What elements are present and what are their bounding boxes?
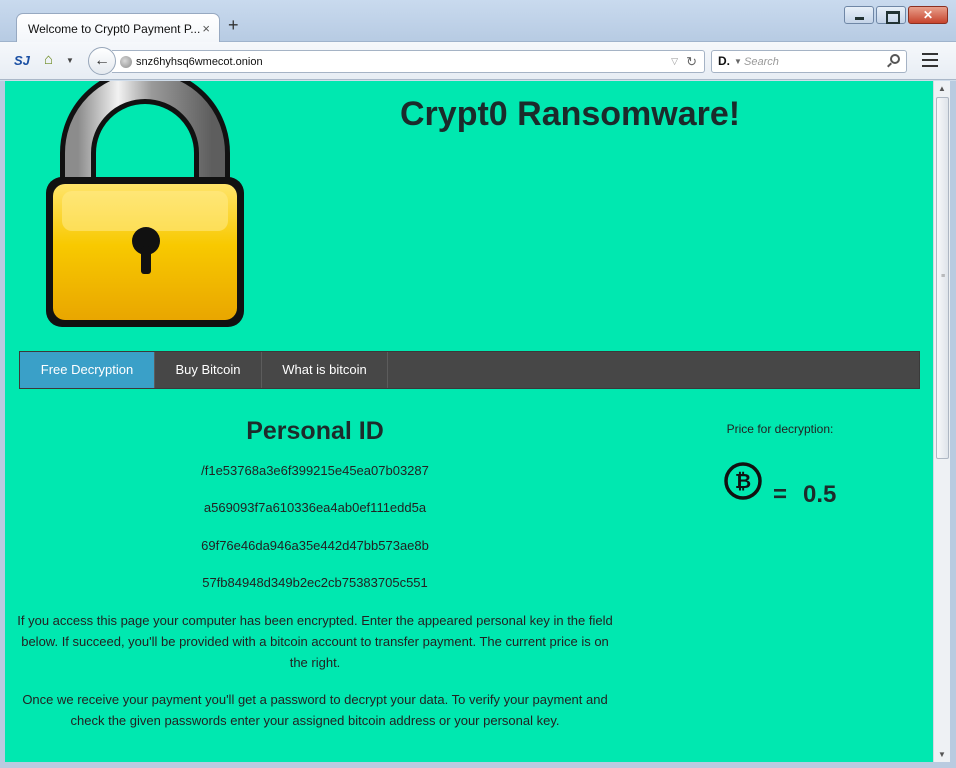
personal-id-line: a569093f7a610336ea4ab0ef111edd5a bbox=[203, 500, 427, 515]
menu-item-buy-bitcoin[interactable]: Buy Bitcoin bbox=[155, 352, 262, 388]
personal-id-line: /f1e53768a3e6f399215e45ea07b03287 bbox=[201, 463, 429, 478]
main-menu: Free Decryption Buy Bitcoin What is bitc… bbox=[19, 351, 920, 389]
scroll-down-icon[interactable]: ▼ bbox=[938, 750, 946, 759]
tab-close-icon[interactable]: × bbox=[202, 21, 210, 36]
browser-navbar: SJ ⌂ ▼ snz6hyhsq6wmecot.onion ▽ ↻ ← D. ▼… bbox=[0, 42, 956, 80]
url-bar[interactable]: snz6hyhsq6wmecot.onion ▽ ↻ bbox=[112, 50, 705, 73]
search-input[interactable]: Search bbox=[744, 56, 779, 68]
close-window-button[interactable]: ✕ bbox=[908, 6, 948, 24]
window-controls: ✕ bbox=[842, 6, 948, 24]
payment-paragraph: Once we receive your payment you'll get … bbox=[22, 692, 608, 728]
tab-title: Welcome to Crypt0 Payment P... bbox=[28, 22, 201, 36]
menu-icon[interactable] bbox=[922, 53, 938, 67]
back-arrow-icon[interactable]: ← bbox=[88, 47, 116, 75]
search-bar[interactable]: D. ▼ Search bbox=[711, 50, 907, 73]
svg-text:₿: ₿ bbox=[735, 469, 751, 493]
menu-item-free-decryption[interactable]: Free Decryption bbox=[20, 352, 155, 388]
home-dropdown-icon[interactable]: ▼ bbox=[66, 56, 74, 65]
new-tab-button[interactable]: + bbox=[228, 16, 239, 34]
personal-id-line: 69f76e46da946a35e442d47bb573ae8b bbox=[201, 538, 429, 553]
window-frame-right bbox=[950, 81, 956, 762]
vertical-scrollbar[interactable]: ▲ ≡ ▼ bbox=[933, 81, 950, 762]
url-dropdown-icon[interactable]: ▽ bbox=[671, 56, 678, 67]
window-frame-bottom bbox=[0, 762, 956, 768]
search-engine-dropdown-icon[interactable]: ▼ bbox=[734, 57, 742, 66]
page-viewport: Crypt0 Ransomware! Free Decryption Buy B… bbox=[5, 81, 933, 762]
search-icon[interactable] bbox=[890, 54, 900, 64]
reload-icon[interactable]: ↻ bbox=[686, 54, 697, 70]
price-equals: = bbox=[773, 481, 788, 508]
padlock-image bbox=[46, 81, 244, 327]
personal-id-line: 57fb84948d349b2ec2cb75383705c551 bbox=[202, 575, 428, 590]
scroll-up-icon[interactable]: ▲ bbox=[938, 84, 946, 93]
minimize-button[interactable] bbox=[844, 6, 874, 24]
page-title: Crypt0 Ransomware! bbox=[400, 95, 741, 133]
browser-titlebar: Welcome to Crypt0 Payment P... × + ✕ bbox=[0, 0, 956, 43]
bitcoin-icon: ₿ bbox=[724, 462, 762, 500]
scroll-thumb[interactable]: ≡ bbox=[936, 97, 949, 459]
maximize-button[interactable] bbox=[876, 6, 906, 24]
personal-id-heading: Personal ID bbox=[246, 417, 384, 445]
globe-icon bbox=[120, 56, 132, 68]
price-label: Price for decryption: bbox=[726, 422, 834, 436]
home-icon[interactable]: ⌂ bbox=[44, 51, 53, 68]
instructions-paragraph: If you access this page your computer ha… bbox=[17, 613, 613, 670]
price-value: 0.5 bbox=[803, 481, 837, 508]
browser-tab[interactable]: Welcome to Crypt0 Payment P... × bbox=[16, 13, 220, 43]
menu-item-what-is-bitcoin[interactable]: What is bitcoin bbox=[262, 352, 388, 388]
addon-logo-icon[interactable]: SJ bbox=[14, 53, 30, 68]
search-engine-icon[interactable]: D. bbox=[718, 54, 730, 68]
url-text[interactable]: snz6hyhsq6wmecot.onion bbox=[136, 56, 263, 68]
